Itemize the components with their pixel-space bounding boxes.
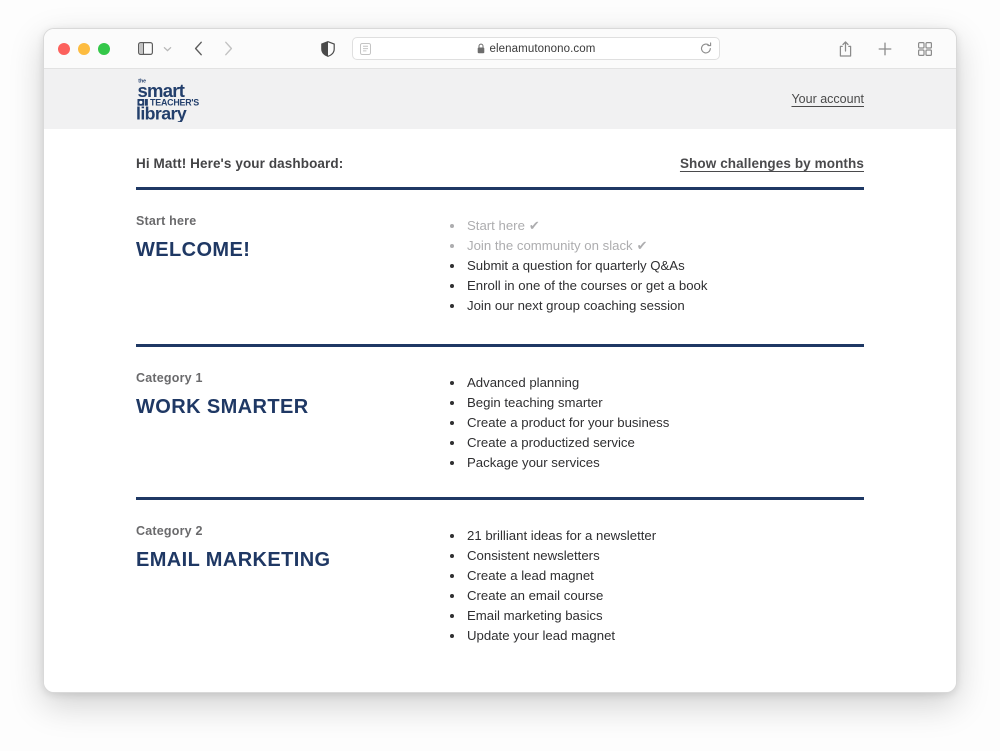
check-icon: ✔ (636, 238, 648, 253)
section-category-label: Category 2 (136, 524, 203, 538)
site-logo[interactable]: the smart TEACHER'S library (136, 76, 210, 122)
list-item-label: Create a productized service (467, 435, 635, 450)
list-item[interactable]: Package your services (448, 453, 864, 473)
share-icon[interactable] (832, 36, 858, 62)
window-controls (58, 42, 110, 55)
site-header: the smart TEACHER'S library Your account (44, 69, 956, 129)
list-item[interactable]: Start here ✔ (448, 216, 864, 236)
list-item-label: Create an email course (467, 588, 604, 603)
show-challenges-by-months-link[interactable]: Show challenges by months (680, 156, 864, 171)
list-item-label: Create a lead magnet (467, 568, 594, 583)
challenge-list: Advanced planning Begin teaching smarter… (448, 373, 864, 473)
reader-view-icon[interactable] (360, 42, 371, 55)
list-item-label: Join our next group coaching session (467, 298, 685, 313)
list-item[interactable]: 21 brilliant ideas for a newsletter (448, 526, 864, 546)
list-item-label: Email marketing basics (467, 608, 603, 623)
list-item[interactable]: Begin teaching smarter (448, 393, 864, 413)
check-icon: ✔ (528, 218, 540, 233)
challenge-list: 21 brilliant ideas for a newsletter Cons… (448, 526, 864, 646)
sidebar-toggle-icon[interactable] (132, 36, 158, 62)
your-account-link[interactable]: Your account (791, 92, 864, 106)
section-category-label: Start here (136, 214, 197, 228)
list-item[interactable]: Create an email course (448, 586, 864, 606)
page-content: the smart TEACHER'S library Your account… (44, 69, 956, 692)
list-item[interactable]: Consistent newsletters (448, 546, 864, 566)
tab-overview-icon[interactable] (912, 36, 938, 62)
list-item[interactable]: Join the community on slack ✔ (448, 236, 864, 256)
chevron-down-icon[interactable] (159, 36, 175, 62)
list-item-label: 21 brilliant ideas for a newsletter (467, 528, 657, 543)
svg-text:library: library (136, 104, 187, 122)
privacy-shield-icon[interactable] (315, 36, 341, 62)
back-arrow-icon[interactable] (185, 36, 211, 62)
dashboard-header-row: Hi Matt! Here's your dashboard: Show cha… (136, 129, 864, 171)
section-heading-block: Start here WELCOME! (136, 214, 448, 323)
dashboard-section-email-marketing: Category 2 EMAIL MARKETING 21 brilliant … (136, 500, 864, 646)
section-title: WORK SMARTER (136, 396, 309, 418)
section-title: WELCOME! (136, 239, 251, 261)
list-item-label: Consistent newsletters (467, 548, 600, 563)
toolbar-right-actions (832, 36, 942, 62)
list-item[interactable]: Email marketing basics (448, 606, 864, 626)
list-item[interactable]: Submit a question for quarterly Q&As (448, 256, 864, 276)
list-item[interactable]: Create a productized service (448, 433, 864, 453)
list-item-label: Package your services (467, 455, 600, 470)
url-text: elenamutonono.com (489, 42, 596, 55)
challenge-list: Start here ✔ Join the community on slack ✔… (448, 216, 864, 316)
list-item[interactable]: Join our next group coaching session (448, 296, 864, 316)
list-item-label: Submit a question for quarterly Q&As (467, 258, 685, 273)
list-item-label: Advanced planning (467, 375, 580, 390)
section-heading-block: Category 2 EMAIL MARKETING (136, 524, 448, 646)
list-item[interactable]: Enroll in one of the courses or get a bo… (448, 276, 864, 296)
section-heading-block: Category 1 WORK SMARTER (136, 371, 448, 476)
greeting-text: Hi Matt! Here's your dashboard: (136, 156, 344, 171)
close-window-button[interactable] (58, 42, 70, 55)
list-item-label: Begin teaching smarter (467, 395, 603, 410)
list-item-label: Update your lead magnet (467, 628, 616, 643)
list-item[interactable]: Create a product for your business (448, 413, 864, 433)
browser-toolbar: elenamutonono.com (44, 29, 956, 69)
list-item-label: Enroll in one of the courses or get a bo… (467, 278, 708, 293)
minimize-window-button[interactable] (78, 42, 90, 55)
section-items: 21 brilliant ideas for a newsletter Cons… (448, 524, 864, 646)
dashboard-section-welcome: Start here WELCOME! Start here ✔ Join the… (136, 190, 864, 323)
list-item[interactable]: Update your lead magnet (448, 626, 864, 646)
dashboard-section-work-smarter: Category 1 WORK SMARTER Advanced plannin… (136, 347, 864, 476)
address-bar[interactable]: elenamutonono.com (352, 37, 720, 60)
list-item-label: Start here (467, 218, 525, 233)
dashboard-content: Hi Matt! Here's your dashboard: Show cha… (44, 129, 956, 646)
list-item-label: Create a product for your business (467, 415, 670, 430)
section-title: EMAIL MARKETING (136, 549, 331, 571)
browser-window: elenamutonono.com the smart TEACHER'S li… (43, 28, 957, 693)
section-items: Advanced planning Begin teaching smarter… (448, 371, 864, 476)
lock-icon (477, 43, 485, 54)
maximize-window-button[interactable] (98, 42, 110, 55)
section-category-label: Category 1 (136, 371, 203, 385)
list-item[interactable]: Advanced planning (448, 373, 864, 393)
plus-icon[interactable] (872, 36, 898, 62)
list-item-label: Join the community on slack (467, 238, 633, 253)
section-items: Start here ✔ Join the community on slack ✔… (448, 214, 864, 323)
forward-arrow-icon[interactable] (215, 36, 241, 62)
url-display: elenamutonono.com (353, 43, 719, 55)
list-item[interactable]: Create a lead magnet (448, 566, 864, 586)
reload-icon[interactable] (700, 42, 712, 55)
